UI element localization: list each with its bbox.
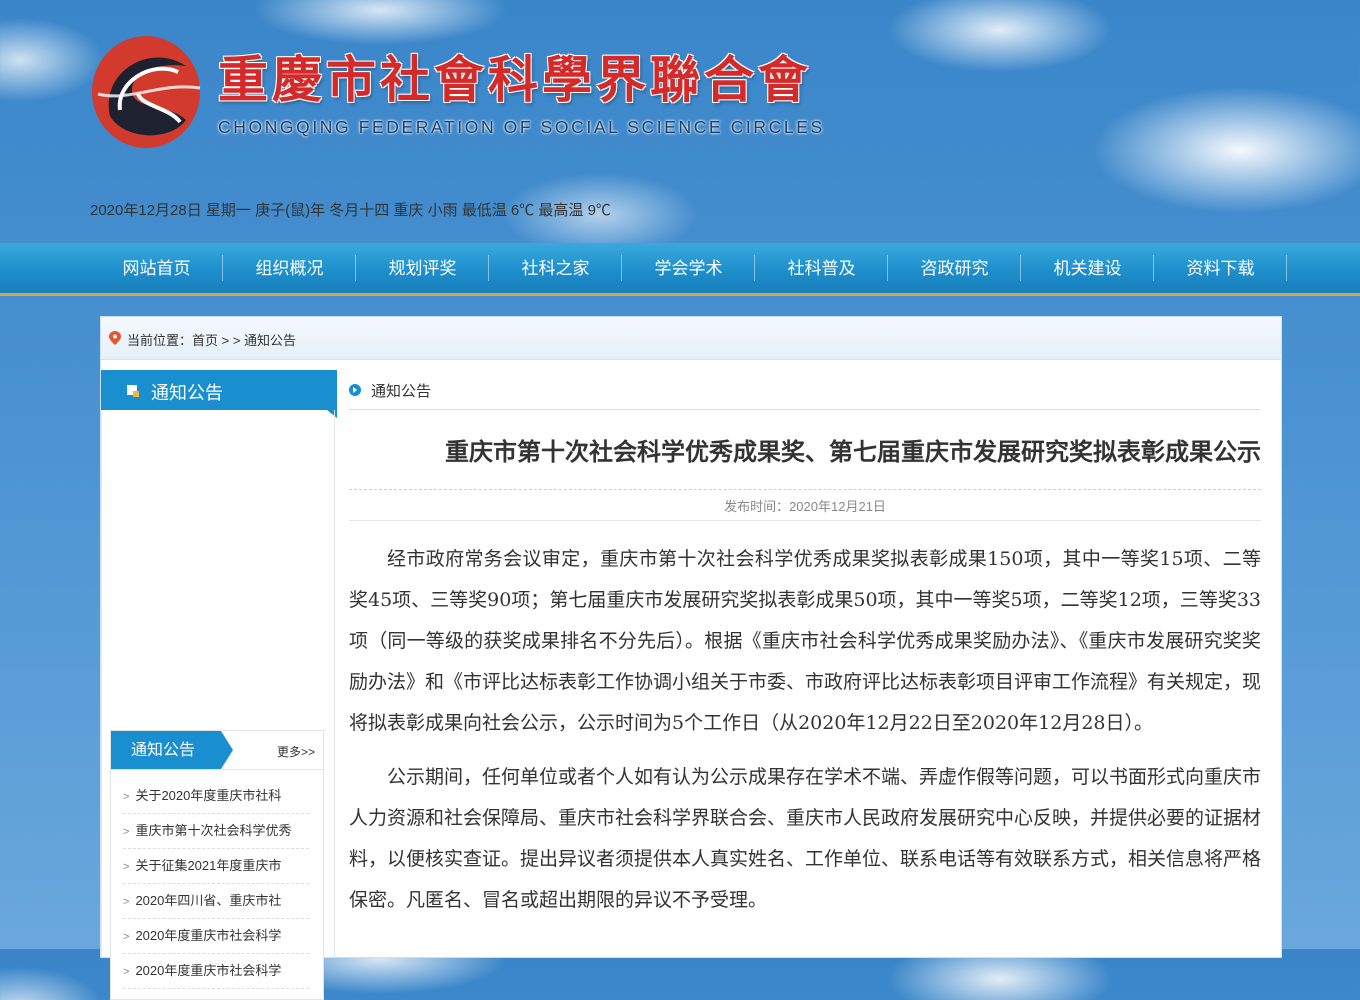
content-section-header: 通知公告 [349,370,1261,410]
nav-academic[interactable]: 学会学术 [622,243,755,293]
chevron-right-icon: > [123,861,130,873]
site-title: 重慶市社會科學界聯合會 [218,50,812,109]
sidebar-heading: 通知公告 [101,370,337,418]
chevron-right-icon: > [123,931,130,943]
federation-logo-icon[interactable] [90,32,202,150]
nav-social-science-home[interactable]: 社科之家 [489,243,622,293]
publish-time: 发布时间：2020年12月21日 [724,499,886,514]
nav-planning-awards[interactable]: 规划评奖 [356,243,489,293]
list-item[interactable]: >2020年度重庆市社会科学 [123,954,309,989]
list-item[interactable]: >2020年四川省、重庆市社 [123,884,309,919]
list-item[interactable]: > 关于2020年度重庆市社科 [123,779,309,814]
sidebar: 通知公告 更多>> > 关于2020年度重庆市社科 > 重庆市第十次社会科学优秀 >… [101,410,335,1000]
nav-popularization[interactable]: 社科普及 [755,243,888,293]
breadcrumb: 当前位置：首页 > > 通知公告 [101,317,1281,360]
site-header: 重慶市社會科學界聯合會 CHONGQING FEDERATION OF SOCI… [0,0,1360,243]
content-section-label: 通知公告 [371,383,432,400]
divider [349,520,1261,521]
nav-organization[interactable]: 组织概况 [223,243,356,293]
notice-box: 通知公告 更多>> > 关于2020年度重庆市社科 > 重庆市第十次社会科学优秀 >… [110,730,324,1000]
main-navigation: 网站首页 组织概况 规划评奖 社科之家 学会学术 社科普及 咨政研究 机关建设 … [0,243,1360,296]
breadcrumb-text[interactable]: 当前位置：首页 > > 通知公告 [127,330,296,349]
chevron-right-icon: > [123,826,130,838]
site-subtitle: CHONGQING FEDERATION OF SOCIAL SCIENCE C… [218,117,825,137]
article-paragraph: 公示期间，任何单位或者个人如有认为公示成果存在学术不端、弄虚作假等问题，可以书面… [349,766,1262,911]
location-pin-icon [109,331,121,345]
chevron-right-icon: > [123,896,130,908]
chevron-right-icon: > [123,966,130,978]
article-body: 经市政府常务会议审定，重庆市第十次社会科学优秀成果奖拟表彰成果150项，其中一等… [349,539,1261,934]
sidebar-heading-label: 通知公告 [151,383,223,403]
list-item[interactable]: > 重庆市第十次社会科学优秀 [123,814,309,849]
nav-home[interactable]: 网站首页 [90,243,223,293]
article-title: 重庆市第十次社会科学优秀成果奖、第七届重庆市发展研究奖拟表彰成果公示 [445,439,1261,466]
divider [349,489,1261,490]
notice-box-tab[interactable]: 通知公告 [111,731,233,769]
date-weather-line: 2020年12月28日 星期一 庚子(鼠)年 冬月十四 重庆 小雨 最低温 6℃… [90,202,611,219]
main-panel: 当前位置：首页 > > 通知公告 通知公告 通知公告 更多>> > 关于2020年… [100,316,1282,1000]
chevron-right-icon: > [123,791,130,803]
nav-policy-research[interactable]: 咨政研究 [888,243,1021,293]
nav-downloads[interactable]: 资料下载 [1154,243,1287,293]
more-link[interactable]: 更多>> [277,743,315,760]
play-circle-icon [349,384,361,396]
list-item[interactable]: > 关于征集2021年度重庆市 [123,849,309,884]
article-paragraph: 经市政府常务会议审定，重庆市第十次社会科学优秀成果奖拟表彰成果150项，其中一等… [349,548,1262,734]
article-content: 通知公告 重庆市第十次社会科学优秀成果奖、第七届重庆市发展研究奖拟表彰成果公示 … [349,370,1261,957]
notice-list: > 关于2020年度重庆市社科 > 重庆市第十次社会科学优秀 > 关于征集2021年度… [123,779,309,989]
nav-institution-building[interactable]: 机关建设 [1021,243,1154,293]
